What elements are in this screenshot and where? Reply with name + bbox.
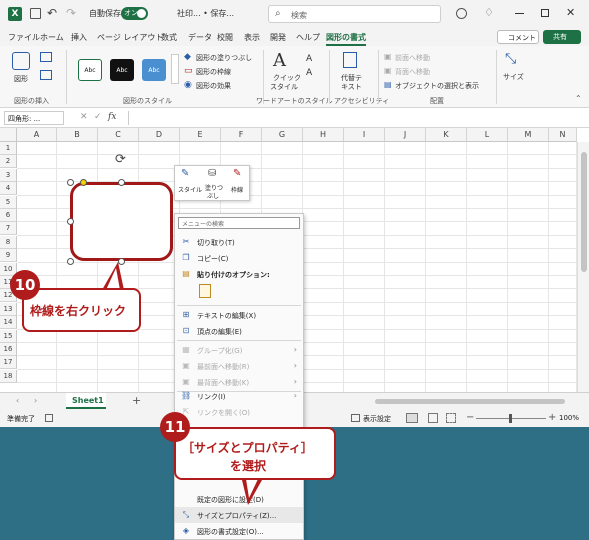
callout-11-line1: ［サイズとプロパティ］ [182, 441, 313, 455]
callout-step-10: 枠線を右クリック [22, 288, 141, 332]
step-10-badge: 10 [10, 270, 40, 300]
callout-11-line2: を選択 [230, 459, 267, 473]
callout-step-11: ［サイズとプロパティ］ を選択 [174, 427, 336, 480]
callout-10-text: 枠線を右クリック [30, 304, 127, 318]
step-11-badge: 11 [160, 412, 190, 442]
